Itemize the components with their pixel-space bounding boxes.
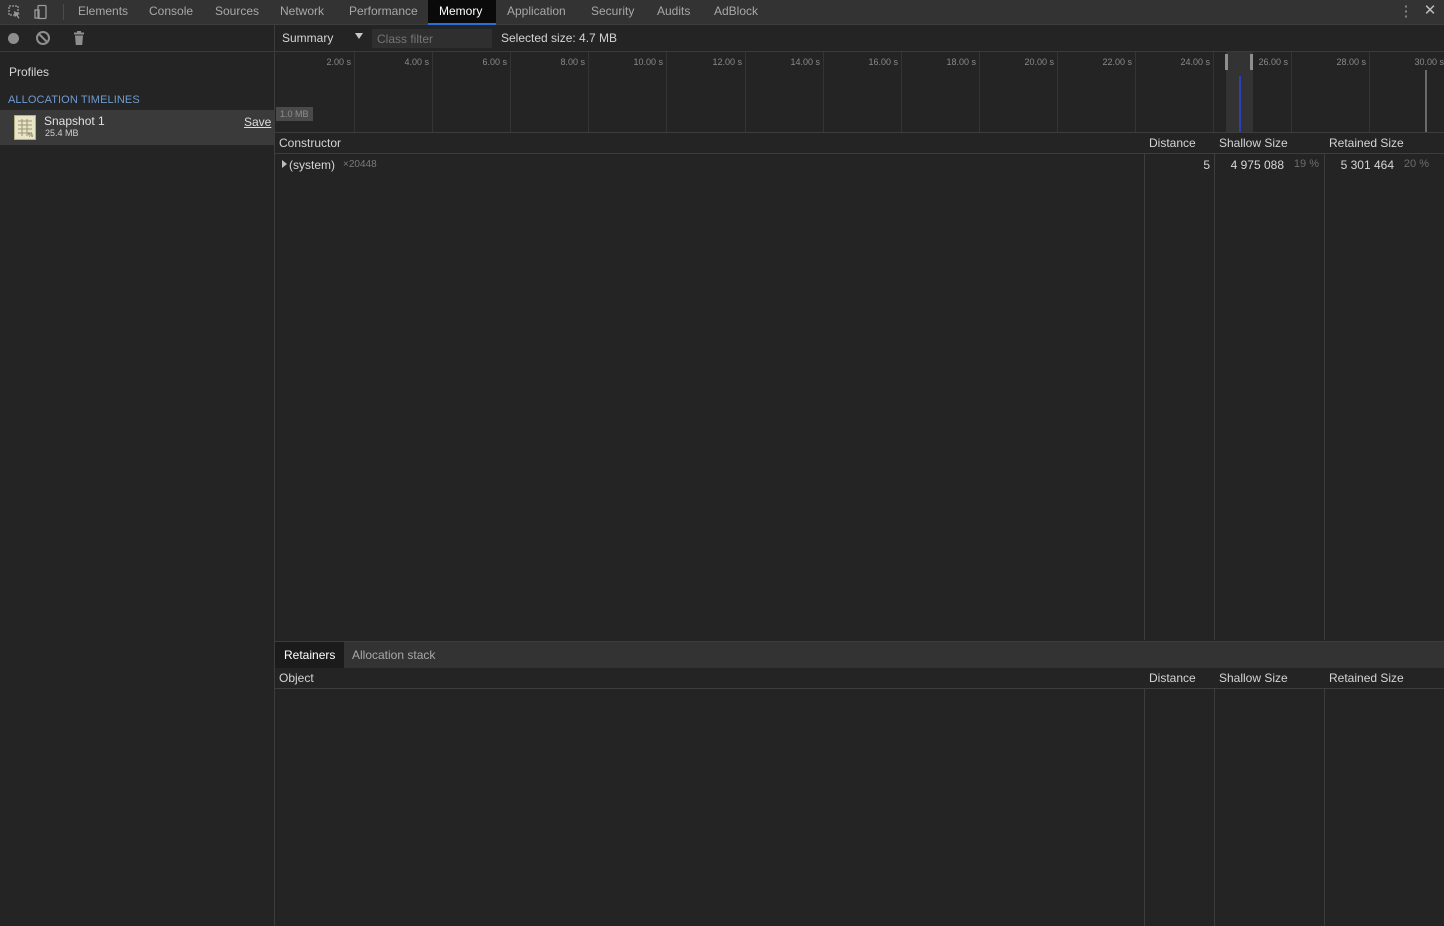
timeline-tick-label: 18.00 s [946, 57, 976, 67]
tab-memory[interactable]: Memory [428, 0, 496, 25]
timeline-gridline [1291, 52, 1292, 132]
more-options-icon[interactable]: ⋮ [1398, 4, 1414, 20]
timeline-gridline [1057, 52, 1058, 132]
timeline-gridline [666, 52, 667, 132]
column-divider [1324, 133, 1325, 640]
timeline-tick-label: 4.00 s [404, 57, 429, 67]
tab-console[interactable]: Console [138, 0, 204, 24]
save-snapshot-link[interactable]: Save [244, 115, 271, 129]
instance-count: ×20448 [343, 159, 377, 170]
tab-retainers[interactable]: Retainers [275, 642, 345, 668]
table-row[interactable]: (system) ×20448 5 4 975 088 19 % 5 301 4… [275, 154, 1444, 174]
timeline-gridline [901, 52, 902, 132]
tab-allocation-stack[interactable]: Allocation stack [343, 642, 444, 668]
timeline-tick-label: 2.00 s [326, 57, 351, 67]
timeline-tick-label: 26.00 s [1258, 57, 1288, 67]
heap-toolbar: Summary Selected size: 4.7 MB [275, 25, 1444, 52]
svg-text:%: % [28, 133, 34, 139]
timeline-tick-label: 10.00 s [633, 57, 663, 67]
column-divider [1214, 133, 1215, 640]
snapshot-list-item[interactable]: % Snapshot 1 25.4 MB Save [0, 110, 274, 145]
expand-arrow-icon[interactable] [282, 160, 287, 168]
tab-adblock[interactable]: AdBlock [703, 0, 769, 24]
timeline-tick-label: 8.00 s [560, 57, 585, 67]
timeline-gridline [432, 52, 433, 132]
profiles-sidebar: Profiles ALLOCATION TIMELINES % Snapshot… [0, 25, 275, 926]
tab-performance[interactable]: Performance [338, 0, 429, 24]
timeline-gridline [1213, 52, 1214, 132]
column-divider [1144, 668, 1145, 926]
distance-value: 5 [1203, 158, 1210, 172]
inspect-element-icon[interactable] [7, 4, 23, 20]
snapshot-name: Snapshot 1 [44, 114, 105, 128]
close-icon[interactable]: ✕ [1422, 3, 1438, 19]
summary-data-grid: Constructor Distance Shallow Size Retain… [275, 133, 1444, 640]
distance-column-header[interactable]: Distance [1149, 136, 1196, 150]
perspective-select[interactable]: Summary [282, 31, 333, 45]
memory-scale-label: 1.0 MB [276, 107, 313, 121]
distance-column-header[interactable]: Distance [1149, 671, 1196, 685]
timeline-tick-label: 30.00 s [1414, 57, 1444, 67]
constructor-name: (system) [289, 158, 335, 172]
timeline-tick-label: 28.00 s [1336, 57, 1366, 67]
retainers-tab-bar: Retainers Allocation stack [275, 641, 1444, 669]
shallow-size-value: 4 975 088 [1230, 158, 1284, 172]
selection-right-handle[interactable] [1250, 54, 1253, 70]
column-divider [1144, 133, 1145, 640]
profiles-title: Profiles [9, 65, 50, 79]
timeline-gridline [823, 52, 824, 132]
object-column-header[interactable]: Object [279, 671, 314, 685]
timeline-gridline [510, 52, 511, 132]
timeline-gridline [1135, 52, 1136, 132]
selected-size-label: Selected size: 4.7 MB [501, 31, 618, 45]
timeline-tick-label: 12.00 s [712, 57, 742, 67]
retained-size-value: 5 301 464 [1340, 158, 1394, 172]
selection-left-handle[interactable] [1225, 54, 1228, 70]
tab-elements[interactable]: Elements [67, 0, 139, 24]
timeline-tick-label: 22.00 s [1102, 57, 1132, 67]
timeline-gridline [588, 52, 589, 132]
class-filter-input[interactable] [372, 29, 492, 48]
clear-all-profiles-icon[interactable] [36, 31, 50, 45]
column-divider [1324, 668, 1325, 926]
timeline-tick-label: 6.00 s [482, 57, 507, 67]
tab-network[interactable]: Network [269, 0, 335, 24]
tab-application[interactable]: Application [496, 0, 577, 24]
timeline-tick-label: 20.00 s [1024, 57, 1054, 67]
toolbar-divider [63, 4, 64, 20]
retainers-data-grid: Object Distance Shallow Size Retained Si… [275, 668, 1444, 926]
retained-size-column-header[interactable]: Retained Size [1329, 671, 1404, 685]
retained-size-column-header[interactable]: Retained Size [1329, 136, 1404, 150]
snapshot-size: 25.4 MB [45, 128, 79, 138]
timeline-end-marker [1425, 70, 1427, 132]
column-divider [1214, 668, 1215, 926]
tab-audits[interactable]: Audits [646, 0, 701, 24]
shallow-size-percent: 19 % [1293, 158, 1319, 170]
timeline-gridline [745, 52, 746, 132]
allocation-timeline-overview[interactable]: 2.00 s 4.00 s 6.00 s 8.00 s 10.00 s 12.00 s 14… [275, 52, 1444, 133]
chevron-down-icon[interactable] [355, 33, 363, 39]
retained-size-percent: 20 % [1403, 158, 1429, 170]
timeline-gridline [354, 52, 355, 132]
snapshot-icon: % [14, 115, 36, 140]
tab-security[interactable]: Security [580, 0, 645, 24]
shallow-size-column-header[interactable]: Shallow Size [1219, 136, 1288, 150]
profiles-toolbar [0, 25, 274, 52]
allocation-bar [1239, 76, 1241, 132]
timeline-gridline [1369, 52, 1370, 132]
timeline-tick-label: 14.00 s [790, 57, 820, 67]
tab-sources[interactable]: Sources [204, 0, 270, 24]
timeline-tick-label: 24.00 s [1180, 57, 1210, 67]
trash-icon[interactable] [72, 31, 86, 47]
timeline-tick-label: 16.00 s [868, 57, 898, 67]
devtools-tab-bar: Elements Console Sources Network Perform… [0, 0, 1444, 25]
timeline-gridline [979, 52, 980, 132]
grid-header: Object Distance Shallow Size Retained Si… [275, 668, 1444, 689]
constructor-column-header[interactable]: Constructor [279, 136, 341, 150]
grid-header: Constructor Distance Shallow Size Retain… [275, 133, 1444, 154]
allocation-timelines-header: ALLOCATION TIMELINES [8, 94, 140, 106]
record-icon[interactable] [8, 33, 19, 44]
shallow-size-column-header[interactable]: Shallow Size [1219, 671, 1288, 685]
device-toolbar-icon[interactable] [33, 4, 49, 20]
